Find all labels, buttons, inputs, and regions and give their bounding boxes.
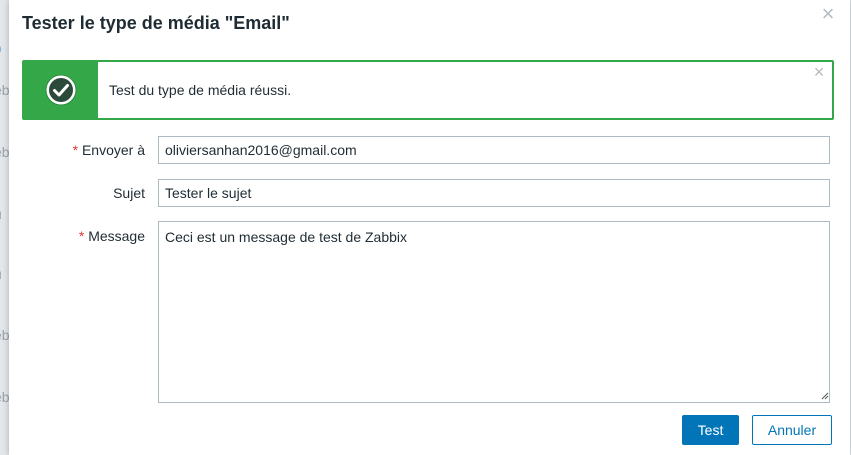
send-to-label-text: Envoyer à [81, 142, 145, 158]
success-message: Test du type de média réussi. × [22, 60, 834, 120]
success-icon-box [24, 62, 98, 118]
required-marker: * [72, 142, 79, 158]
success-message-text: Test du type de média réussi. [109, 82, 292, 98]
subject-input[interactable] [158, 179, 830, 207]
background-text-fragment: u [0, 206, 2, 222]
subject-label-text: Sujet [113, 185, 145, 201]
close-icon[interactable]: × [812, 63, 826, 81]
send-to-input[interactable] [158, 136, 830, 164]
background-link-fragment: o [0, 40, 2, 56]
required-marker: * [78, 228, 85, 244]
send-to-label: * Envoyer à [15, 142, 145, 158]
close-icon[interactable]: × [819, 3, 837, 25]
media-type-test-dialog: Tester le type de média "Email" × Test d… [9, 0, 850, 455]
message-textarea[interactable]: Ceci est un message de test de Zabbix [158, 221, 830, 403]
test-button[interactable]: Test [682, 415, 739, 445]
resize-grip-icon[interactable] [821, 392, 829, 400]
message-label-text: Message [88, 228, 145, 244]
check-circle-icon [45, 74, 77, 106]
message-label: * Message [15, 228, 145, 244]
subject-label: Sujet [15, 185, 145, 201]
cancel-button[interactable]: Annuler [752, 415, 832, 445]
dialog-title: Tester le type de média "Email" [22, 13, 290, 33]
background-text-fragment: u [0, 266, 2, 282]
